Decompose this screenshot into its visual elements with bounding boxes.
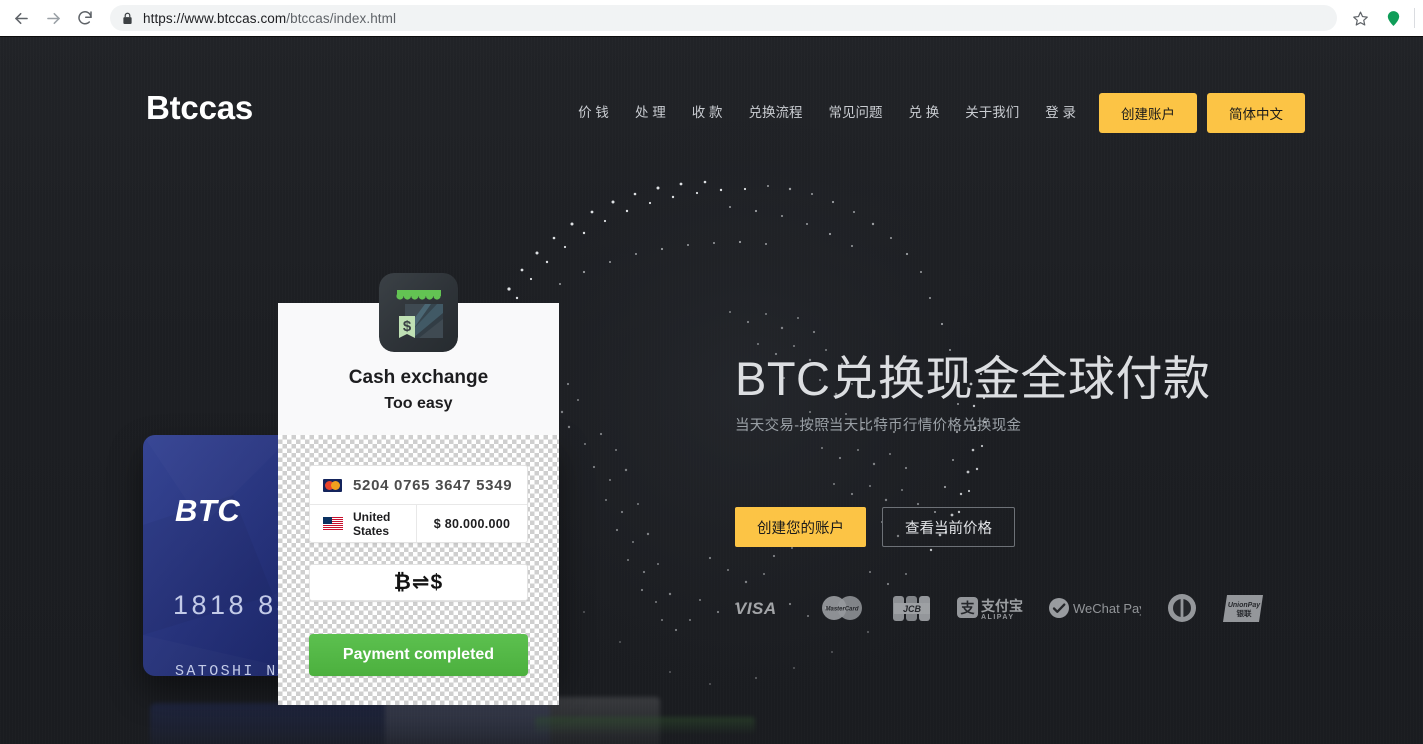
payment-fields-group: 5204 0765 3647 5349 United States $ 80.0… bbox=[309, 465, 528, 543]
svg-text:VISA: VISA bbox=[735, 599, 777, 618]
page-content: Btccas 价 钱 处 理 收 款 兑换流程 常见问题 兑 换 关于我们 登 … bbox=[0, 37, 1423, 744]
language-switch-button[interactable]: 简体中文 bbox=[1207, 93, 1305, 133]
browser-nav-buttons bbox=[0, 3, 100, 33]
svg-text:支: 支 bbox=[960, 600, 976, 617]
country-amount-row[interactable]: United States $ 80.000.000 bbox=[310, 504, 527, 542]
nav-item-collection[interactable]: 收 款 bbox=[679, 93, 736, 133]
hero-subtitle: 当天交易-按照当天比特币行情价格兑换现金 bbox=[735, 418, 1022, 435]
site-logo[interactable]: Btccas bbox=[146, 89, 253, 127]
browser-toolbar-right bbox=[1345, 3, 1423, 33]
svg-text:$: $ bbox=[403, 318, 412, 335]
cash-exchange-shop-icon: $ bbox=[379, 273, 458, 352]
modal-title: Cash exchange bbox=[348, 367, 489, 388]
main-navigation: 价 钱 处 理 收 款 兑换流程 常见问题 兑 换 关于我们 登 录 创建账户 … bbox=[565, 93, 1305, 133]
us-flag-icon bbox=[323, 517, 343, 530]
nav-item-exchange[interactable]: 兑 换 bbox=[895, 93, 952, 133]
country-label: United States bbox=[353, 509, 391, 538]
toolbar-divider bbox=[1414, 8, 1415, 28]
browser-toolbar: https://www.btccas.com/btccas/index.html bbox=[0, 0, 1423, 37]
nav-item-login[interactable]: 登 录 bbox=[1032, 93, 1089, 133]
amount-value: $ 80.000.000 bbox=[433, 516, 511, 531]
hero-section: BTC兑换现金全球付款 当天交易-按照当天比特币行情价格兑换现金 创建您的账户 … bbox=[735, 352, 1265, 623]
nav-item-exchange-flow[interactable]: 兑换流程 bbox=[735, 93, 815, 133]
profile-avatar-icon[interactable] bbox=[1385, 10, 1402, 27]
payment-completed-button[interactable]: Payment completed bbox=[309, 634, 528, 676]
nav-item-about-us[interactable]: 关于我们 bbox=[952, 93, 1032, 133]
star-icon[interactable] bbox=[1345, 3, 1375, 33]
modal-subtitle: Too easy bbox=[384, 395, 453, 412]
btc-card-logo: BTC bbox=[175, 493, 241, 528]
country-cell[interactable]: United States bbox=[310, 504, 417, 542]
visa-logo: VISA bbox=[735, 598, 791, 618]
lock-icon bbox=[122, 12, 133, 25]
url-origin: https://www.btccas.com bbox=[143, 10, 287, 26]
svg-text:MasterCard: MasterCard bbox=[825, 607, 858, 613]
site-header: Btccas 价 钱 处 理 收 款 兑换流程 常见问题 兑 换 关于我们 登 … bbox=[0, 37, 1423, 133]
back-arrow-icon[interactable] bbox=[6, 3, 36, 33]
svg-text:ALIPAY: ALIPAY bbox=[981, 614, 1015, 621]
create-account-button[interactable]: 创建账户 bbox=[1099, 93, 1197, 133]
nav-item-price[interactable]: 价 钱 bbox=[565, 93, 622, 133]
hero-title: BTC兑换现金全球付款 bbox=[735, 352, 1211, 405]
payment-methods-row: VISA MasterCard JCB 支支付宝 ALIPAY WeChat Pa… bbox=[735, 593, 1265, 623]
hero-buttons: 创建您的账户 查看当前价格 bbox=[735, 507, 1265, 548]
nav-item-process[interactable]: 处 理 bbox=[622, 93, 679, 133]
mastercard-logo: MasterCard bbox=[817, 595, 867, 621]
nav-item-faq[interactable]: 常见问题 bbox=[815, 93, 895, 133]
card-number-value: 5204 0765 3647 5349 bbox=[353, 476, 513, 494]
svg-text:WeChat Pay: WeChat Pay bbox=[1073, 601, 1141, 616]
btc-to-usd-swap-glyph: ₿⇌$ bbox=[393, 571, 444, 594]
mastercard-icon bbox=[323, 478, 342, 492]
svg-text:银联: 银联 bbox=[1237, 608, 1253, 618]
svg-text:支付宝: 支付宝 bbox=[980, 598, 1023, 615]
forward-arrow-icon[interactable] bbox=[38, 3, 68, 33]
url-text: https://www.btccas.com/btccas/index.html bbox=[143, 11, 396, 26]
url-path: /btccas/index.html bbox=[286, 10, 397, 26]
dinersclub-logo bbox=[1167, 593, 1197, 623]
reflection-green-button bbox=[535, 717, 755, 735]
card-number-row[interactable]: 5204 0765 3647 5349 bbox=[310, 466, 527, 504]
hero-create-account-button[interactable]: 创建您的账户 bbox=[735, 507, 866, 548]
wechatpay-logo: WeChat Pay bbox=[1049, 597, 1141, 619]
currency-swap-row[interactable]: ₿⇌$ bbox=[309, 564, 528, 601]
cash-exchange-modal: $ Cash exchange Too easy 5204 0765 3647 … bbox=[278, 267, 559, 705]
svg-text:UnionPay: UnionPay bbox=[1228, 602, 1261, 609]
hero-view-price-button[interactable]: 查看当前价格 bbox=[882, 507, 1015, 548]
svg-text:JCB: JCB bbox=[903, 604, 922, 614]
jcb-logo: JCB bbox=[893, 595, 931, 621]
alipay-logo: 支支付宝 ALIPAY bbox=[957, 595, 1023, 621]
address-bar[interactable]: https://www.btccas.com/btccas/index.html bbox=[110, 5, 1337, 31]
reload-icon[interactable] bbox=[70, 3, 100, 33]
unionpay-logo: UnionPay 银联 bbox=[1223, 594, 1265, 622]
